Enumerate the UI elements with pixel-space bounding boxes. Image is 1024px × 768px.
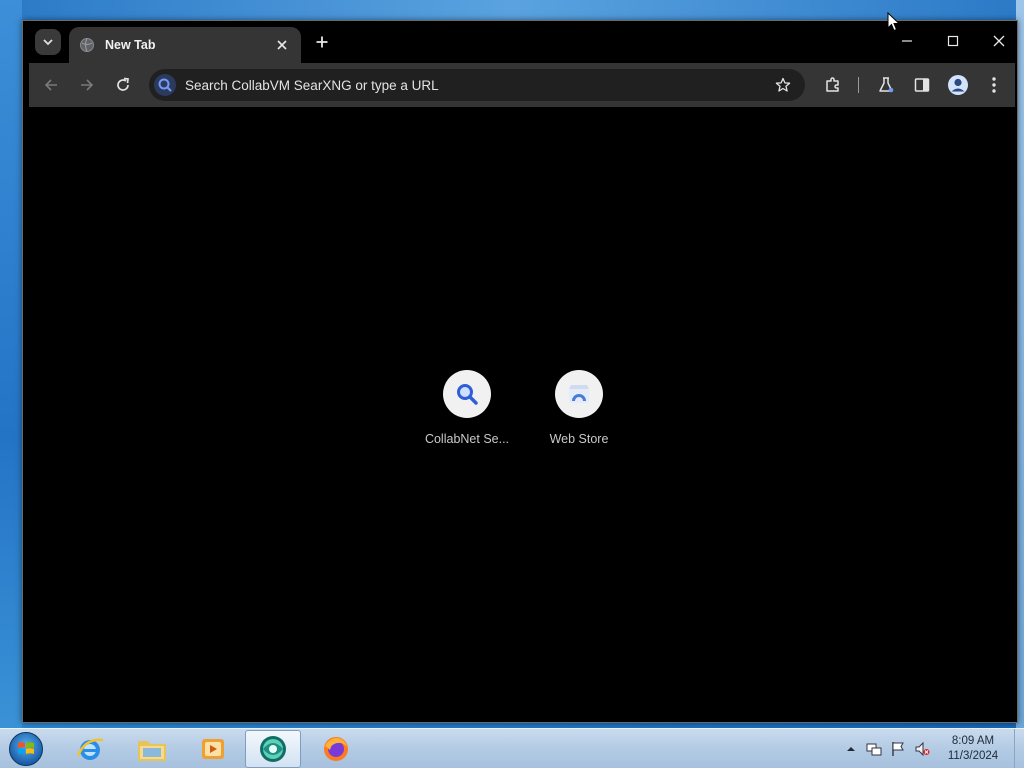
maximize-button[interactable]	[939, 29, 967, 53]
clock-date: 11/3/2024	[947, 750, 999, 762]
browser-toolbar: Search CollabVM SearXNG or type a URL	[29, 63, 1015, 107]
firefox-icon	[324, 737, 348, 761]
address-bar-placeholder: Search CollabVM SearXNG or type a URL	[185, 77, 439, 93]
menu-button[interactable]	[982, 73, 1006, 97]
web-store-icon	[569, 385, 589, 403]
profile-avatar-icon	[948, 75, 968, 95]
tab-new-tab[interactable]: New Tab	[69, 27, 301, 63]
minimize-button[interactable]	[893, 29, 921, 53]
show-desktop-button[interactable]	[1014, 729, 1024, 768]
address-bar[interactable]: Search CollabVM SearXNG or type a URL	[149, 69, 805, 101]
extensions-button[interactable]	[821, 73, 845, 97]
internet-explorer-icon	[76, 738, 104, 760]
volume-muted-icon[interactable]	[914, 741, 930, 757]
reload-button[interactable]	[111, 73, 135, 97]
close-window-button[interactable]	[985, 29, 1013, 53]
shortcut-icon-circle	[443, 370, 491, 418]
arrow-right-icon	[81, 79, 94, 91]
labs-button[interactable]	[874, 73, 898, 97]
globe-icon	[79, 37, 95, 53]
shortcut-tile-web-store[interactable]: Web Store	[529, 370, 629, 446]
new-tab-button[interactable]	[311, 31, 333, 53]
plus-icon	[316, 36, 328, 48]
browser-titlebar: New Tab	[29, 21, 1015, 63]
network-icon[interactable]	[866, 741, 882, 757]
media-player-icon	[202, 739, 224, 759]
taskbar-file-explorer[interactable]	[124, 730, 180, 768]
new-tab-page: CollabNet Se... Web Store	[29, 107, 1015, 719]
shortcut-label: CollabNet Se...	[424, 432, 510, 446]
puzzle-icon	[826, 77, 839, 92]
desktop-background-top	[0, 0, 1024, 20]
back-button[interactable]	[39, 73, 63, 97]
more-vertical-icon	[992, 77, 996, 93]
shortcut-icon-circle	[555, 370, 603, 418]
reload-icon	[117, 77, 129, 91]
clock-time: 8:09 AM	[951, 735, 995, 747]
flask-icon	[879, 77, 894, 93]
toolbar-divider	[858, 77, 859, 93]
action-center-flag-icon[interactable]	[890, 741, 906, 757]
tab-title: New Tab	[105, 38, 156, 52]
tab-search-button[interactable]	[35, 29, 61, 55]
search-icon	[153, 73, 177, 97]
show-hidden-icons-icon[interactable]	[843, 741, 859, 757]
close-icon[interactable]	[273, 36, 291, 54]
shortcut-tile-collabnet[interactable]: CollabNet Se...	[417, 370, 517, 446]
browser-icon	[260, 736, 286, 762]
shortcut-label: Web Store	[549, 432, 609, 446]
taskbar-internet-explorer[interactable]	[62, 730, 118, 768]
search-icon	[457, 384, 478, 405]
desktop-background-left	[0, 0, 22, 728]
arrow-left-icon	[44, 79, 57, 91]
taskbar-firefox[interactable]	[308, 730, 364, 768]
bookmark-star-icon[interactable]	[771, 73, 795, 97]
taskbar: 8:09 AM 11/3/2024	[0, 728, 1024, 768]
minimize-icon	[902, 40, 912, 42]
forward-button[interactable]	[75, 73, 99, 97]
maximize-icon	[947, 35, 959, 47]
browser-window: New Tab Search CollabVM SearXNG or type …	[22, 20, 1018, 723]
start-button[interactable]	[6, 730, 46, 768]
profile-button[interactable]	[946, 73, 970, 97]
system-clock[interactable]: 8:09 AM 11/3/2024	[938, 734, 1008, 764]
chevron-down-icon	[43, 39, 53, 46]
windows-logo-icon	[9, 732, 43, 766]
taskbar-media-player[interactable]	[185, 730, 241, 768]
close-icon	[993, 35, 1005, 47]
taskbar-browser-active[interactable]	[245, 730, 301, 768]
file-explorer-icon	[138, 741, 166, 761]
side-panel-icon	[914, 78, 930, 92]
side-panel-button[interactable]	[910, 73, 934, 97]
mouse-cursor-icon	[887, 12, 901, 32]
